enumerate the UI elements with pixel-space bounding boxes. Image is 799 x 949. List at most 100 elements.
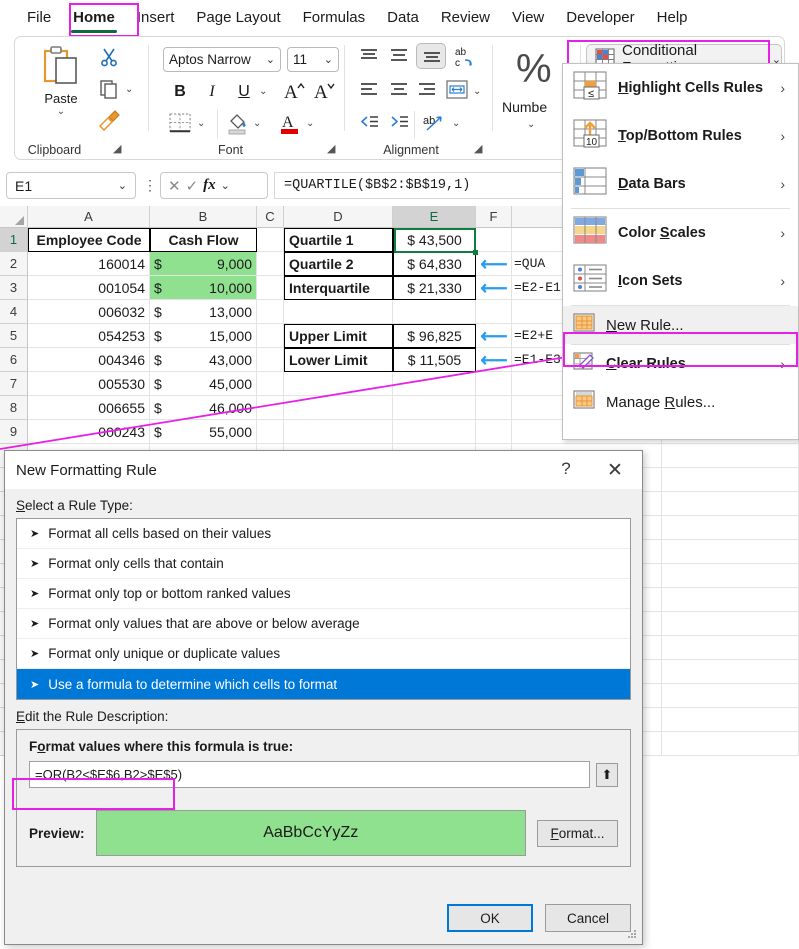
row-header-3[interactable]: 3: [0, 276, 28, 300]
cell-H10[interactable]: [662, 444, 799, 468]
ribbon-tab-view[interactable]: View: [501, 5, 555, 30]
cell-A5[interactable]: 054253: [28, 324, 150, 348]
cell-A6[interactable]: 004346: [28, 348, 150, 372]
percent-style-button[interactable]: %: [516, 47, 552, 92]
row-header-5[interactable]: 5: [0, 324, 28, 348]
cell-A8[interactable]: 006655: [28, 396, 150, 420]
fill-handle[interactable]: [473, 250, 478, 255]
row-header-1[interactable]: 1: [0, 228, 28, 252]
cell-D5[interactable]: Upper Limit: [284, 324, 393, 348]
cf-menu-item-top-bottom-rules[interactable]: 10 Top/Bottom Rules ›: [563, 112, 798, 160]
cell-D4[interactable]: [284, 300, 393, 324]
alignment-dialog-launcher[interactable]: ◢: [474, 142, 482, 155]
cell-C7[interactable]: [257, 372, 284, 396]
rule-type-option[interactable]: ➤ Format only cells that contain: [17, 549, 630, 579]
question-mark-icon[interactable]: ?: [553, 459, 579, 479]
ribbon-tab-home[interactable]: Home: [62, 5, 126, 33]
merge-center-chevron-down-icon[interactable]: ⌄: [452, 118, 460, 129]
merge-and-center-button[interactable]: ab: [422, 111, 448, 135]
cell-B9[interactable]: $55,000: [150, 420, 257, 444]
format-button[interactable]: Format...: [537, 819, 618, 847]
column-header-C[interactable]: C: [257, 206, 284, 228]
cell-A3[interactable]: 001054: [28, 276, 150, 300]
cell-A4[interactable]: 006032: [28, 300, 150, 324]
row-header-9[interactable]: 9: [0, 420, 28, 444]
cell-C5[interactable]: [257, 324, 284, 348]
bold-button[interactable]: B: [169, 81, 191, 103]
cell-H21[interactable]: [662, 708, 799, 732]
column-header-A[interactable]: A: [28, 206, 150, 228]
ribbon-tab-file[interactable]: File: [16, 5, 62, 30]
rule-type-option[interactable]: ➤ Format only unique or duplicate values: [17, 639, 630, 669]
cell-C2[interactable]: [257, 252, 284, 276]
decrease-indent-button[interactable]: [358, 113, 380, 131]
cell-B4[interactable]: $13,000: [150, 300, 257, 324]
ok-button[interactable]: OK: [447, 904, 533, 932]
cell-D1[interactable]: Quartile 1: [284, 228, 393, 252]
cell-D9[interactable]: [284, 420, 393, 444]
ribbon-tab-help[interactable]: Help: [646, 5, 699, 30]
cell-E4[interactable]: [393, 300, 476, 324]
cell-A1[interactable]: Employee Code: [28, 228, 150, 252]
cell-H20[interactable]: [662, 684, 799, 708]
font-dialog-launcher[interactable]: ◢: [327, 142, 335, 155]
paste-button[interactable]: Paste ⌄: [37, 45, 93, 117]
underline-button[interactable]: U: [233, 81, 255, 103]
cf-menu-item-icon-sets[interactable]: Icon Sets ›: [563, 257, 798, 305]
cf-menu-item-highlight-cells-rules[interactable]: ≤ Highlight Cells Rules ›: [563, 64, 798, 112]
cell-H14[interactable]: [662, 540, 799, 564]
rule-formula-input[interactable]: =OR(B2<$E$6,B2>$E$5): [29, 761, 590, 788]
font-size-select[interactable]: 11 ⌄: [287, 47, 339, 72]
cell-D2[interactable]: Quartile 2: [284, 252, 393, 276]
rule-type-list[interactable]: ➤ Format all cells based on their values ➤…: [16, 518, 631, 700]
increase-indent-button[interactable]: [388, 113, 410, 131]
rule-type-option[interactable]: ➤ Use a formula to determine which cells …: [17, 669, 630, 699]
cell-H19[interactable]: [662, 660, 799, 684]
name-box[interactable]: E1 ⌄: [6, 172, 136, 199]
select-all-corner[interactable]: [0, 206, 28, 228]
font-color-chevron-down-icon[interactable]: ⌄: [306, 118, 314, 129]
align-right-button[interactable]: [416, 81, 438, 99]
cf-menu-item-color-scales[interactable]: Color Scales ›: [563, 209, 798, 257]
row-header-6[interactable]: 6: [0, 348, 28, 372]
copy-chevron-down-icon[interactable]: ⌄: [125, 84, 133, 95]
borders-chevron-down-icon[interactable]: ⌄: [197, 118, 205, 129]
ribbon-tab-formulas[interactable]: Formulas: [292, 5, 377, 30]
italic-button[interactable]: I: [201, 81, 223, 103]
row-header-2[interactable]: 2: [0, 252, 28, 276]
cf-menu-item-data-bars[interactable]: Data Bars ›: [563, 160, 798, 208]
wrap-text-chevron-down-icon[interactable]: ⌄: [473, 86, 481, 97]
borders-button[interactable]: [169, 113, 191, 133]
cell-F4[interactable]: [476, 300, 512, 324]
align-middle-button[interactable]: [388, 47, 410, 65]
rule-type-option[interactable]: ➤ Format only values that are above or be…: [17, 609, 630, 639]
fx-chevron-down-icon[interactable]: ⌄: [221, 179, 230, 192]
ribbon-tab-page-layout[interactable]: Page Layout: [185, 5, 291, 30]
cell-E6[interactable]: $ 11,505: [393, 348, 476, 372]
cell-B3[interactable]: $10,000: [150, 276, 257, 300]
wrap-text-button[interactable]: [445, 79, 469, 101]
cell-H15[interactable]: [662, 564, 799, 588]
cell-C1[interactable]: [257, 228, 284, 252]
cf-menu-item-new-rule[interactable]: New Rule...: [563, 306, 798, 344]
cell-E3[interactable]: $ 21,330: [393, 276, 476, 300]
underline-chevron-down-icon[interactable]: ⌄: [259, 86, 267, 97]
decrease-font-size-button[interactable]: A: [313, 79, 337, 103]
ribbon-tab-developer[interactable]: Developer: [555, 5, 645, 30]
increase-font-size-button[interactable]: A: [283, 79, 307, 103]
cell-B7[interactable]: $45,000: [150, 372, 257, 396]
orientation-button[interactable]: ab c: [454, 45, 478, 69]
copy-button[interactable]: [99, 79, 119, 99]
fx-icon[interactable]: fx: [203, 177, 216, 194]
cell-B1[interactable]: Cash Flow: [150, 228, 257, 252]
close-icon[interactable]: ✕: [602, 459, 628, 482]
ribbon-tab-insert[interactable]: Insert: [126, 5, 186, 30]
cell-H11[interactable]: [662, 468, 799, 492]
cell-H13[interactable]: [662, 516, 799, 540]
paste-chevron-down-icon[interactable]: ⌄: [37, 106, 85, 117]
cell-A2[interactable]: 160014: [28, 252, 150, 276]
cell-C6[interactable]: [257, 348, 284, 372]
cell-H16[interactable]: [662, 588, 799, 612]
cell-F1[interactable]: [476, 228, 512, 252]
cell-D6[interactable]: Lower Limit: [284, 348, 393, 372]
